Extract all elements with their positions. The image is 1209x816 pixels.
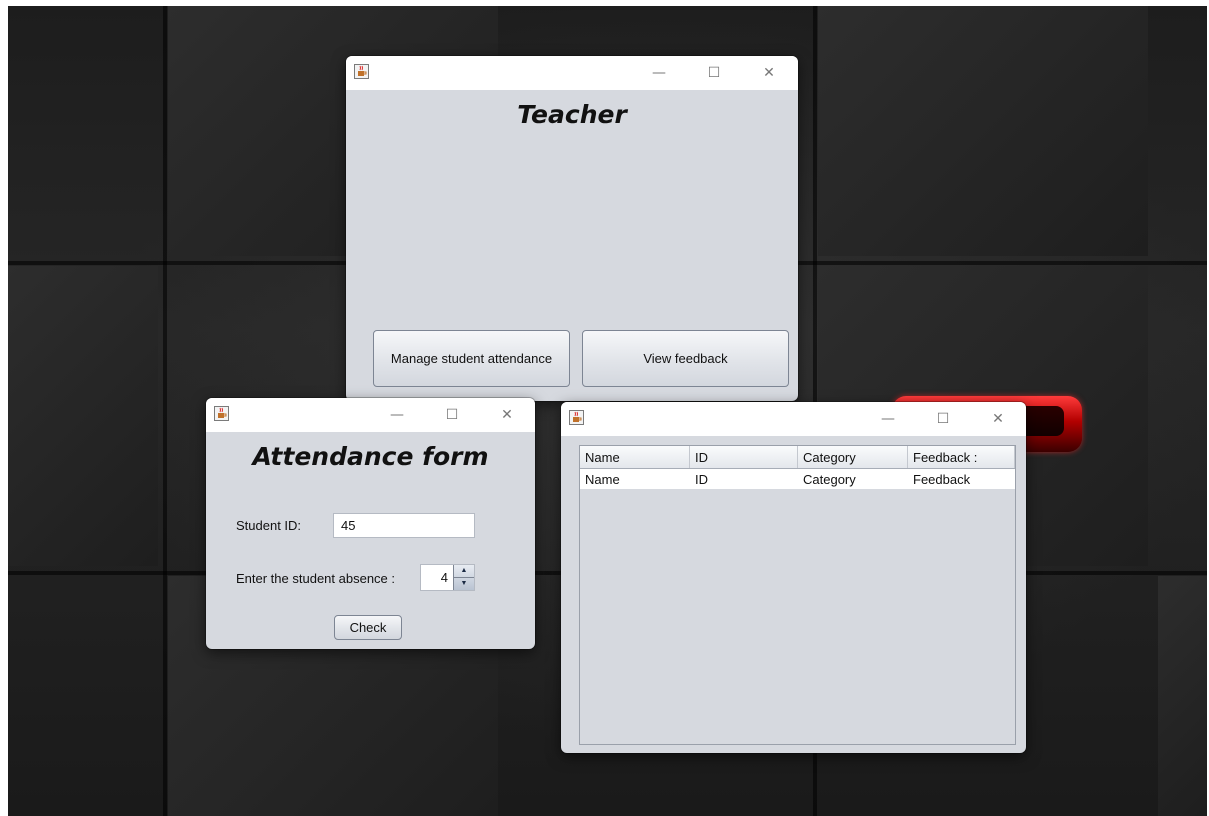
table-cell[interactable]: ID bbox=[690, 469, 798, 489]
table-row[interactable]: Name ID Category Feedback bbox=[580, 469, 1015, 489]
feedback-table[interactable]: Name ID Category Feedback : Name ID Cate… bbox=[579, 445, 1016, 745]
absence-value[interactable]: 4 bbox=[441, 565, 448, 590]
java-cup-icon bbox=[569, 410, 584, 425]
teacher-heading: Teacher bbox=[517, 100, 627, 129]
background-tile bbox=[1158, 576, 1207, 816]
feedback-window: — ☐ ✕ Name ID Category Feedback : Name I… bbox=[561, 402, 1026, 753]
attendance-window: — ☐ ✕ Attendance form Student ID: 45 Ent… bbox=[206, 398, 535, 649]
table-cell[interactable]: Name bbox=[580, 469, 690, 489]
table-header-row: Name ID Category Feedback : bbox=[580, 446, 1015, 469]
tile-seam bbox=[163, 6, 167, 816]
close-icon[interactable]: ✕ bbox=[494, 404, 520, 426]
minimize-icon[interactable]: — bbox=[646, 62, 672, 84]
spinner-up-icon[interactable]: ▲ bbox=[454, 565, 474, 578]
java-cup-icon bbox=[214, 406, 229, 421]
minimize-icon[interactable]: — bbox=[384, 404, 410, 426]
attendance-form-heading: Attendance form bbox=[252, 442, 489, 471]
student-id-label: Student ID: bbox=[236, 518, 302, 533]
student-id-field[interactable]: 45 bbox=[333, 513, 475, 538]
maximize-icon[interactable]: ☐ bbox=[439, 404, 465, 426]
maximize-icon[interactable]: ☐ bbox=[701, 62, 727, 84]
column-header-feedback[interactable]: Feedback : bbox=[908, 446, 1015, 468]
absence-label: Enter the student absence : bbox=[236, 571, 395, 586]
attendance-window-titlebar[interactable]: — ☐ ✕ bbox=[206, 398, 535, 432]
view-feedback-button[interactable]: View feedback bbox=[582, 330, 789, 387]
table-cell[interactable]: Category bbox=[798, 469, 908, 489]
column-header-name[interactable]: Name bbox=[580, 446, 690, 468]
teacher-window-titlebar[interactable]: — ☐ ✕ bbox=[346, 56, 798, 90]
column-header-id[interactable]: ID bbox=[690, 446, 798, 468]
spinner-buttons[interactable]: ▲ ▼ bbox=[453, 565, 474, 590]
check-button[interactable]: Check bbox=[334, 615, 402, 640]
background-tile bbox=[8, 266, 158, 566]
feedback-window-titlebar[interactable]: — ☐ ✕ bbox=[561, 402, 1026, 436]
close-icon[interactable]: ✕ bbox=[756, 62, 782, 84]
teacher-window: — ☐ ✕ Teacher Manage student attendance … bbox=[346, 56, 798, 401]
manage-attendance-button[interactable]: Manage student attendance bbox=[373, 330, 570, 387]
maximize-icon[interactable]: ☐ bbox=[930, 408, 956, 430]
close-icon[interactable]: ✕ bbox=[985, 408, 1011, 430]
table-cell[interactable]: Feedback bbox=[908, 469, 1015, 489]
background-tile bbox=[818, 6, 1148, 256]
java-cup-icon bbox=[354, 64, 369, 79]
minimize-icon[interactable]: — bbox=[875, 408, 901, 430]
absence-spinner[interactable]: 4 ▲ ▼ bbox=[420, 564, 475, 591]
spinner-down-icon[interactable]: ▼ bbox=[454, 578, 474, 591]
column-header-category[interactable]: Category bbox=[798, 446, 908, 468]
